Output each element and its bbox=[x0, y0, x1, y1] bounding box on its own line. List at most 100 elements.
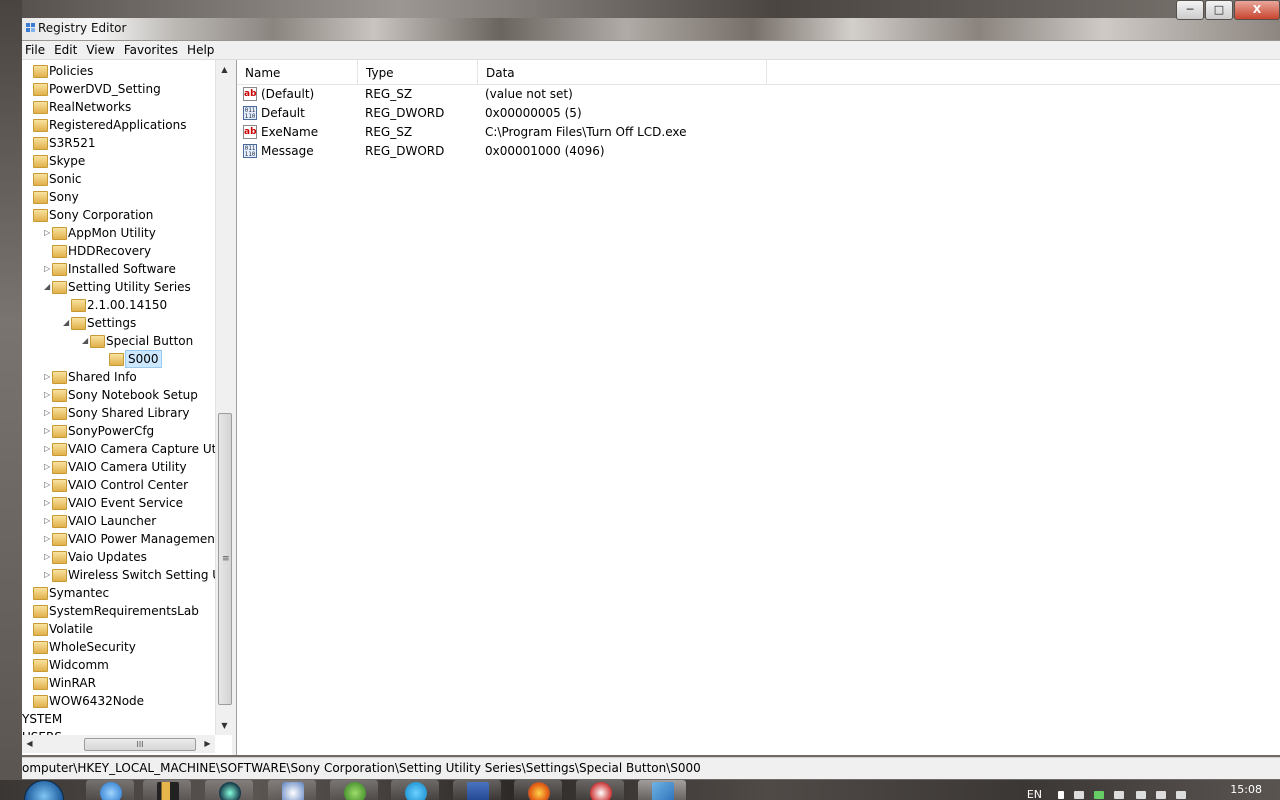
expand-arrow-icon[interactable]: ▷ bbox=[44, 530, 52, 548]
taskbar-explorer-button[interactable] bbox=[453, 780, 501, 800]
tree-node[interactable]: ▷ VAIO Power Management bbox=[22, 530, 220, 548]
value-name: (Default) bbox=[261, 87, 315, 101]
close-button[interactable]: X bbox=[1234, 0, 1280, 20]
tree-node[interactable]: ▷ VAIO Camera Utility bbox=[22, 458, 215, 476]
column-data-header[interactable]: Data bbox=[478, 60, 767, 84]
menu-edit[interactable]: Edit bbox=[51, 43, 83, 57]
taskbar-ie-button[interactable] bbox=[86, 780, 134, 800]
taskbar-media-button[interactable] bbox=[143, 780, 191, 800]
tree-node[interactable]: ▷ Installed Software bbox=[22, 260, 215, 278]
horizontal-scroll-thumb[interactable]: III bbox=[84, 738, 196, 751]
tree-node[interactable]: WOW6432Node bbox=[22, 692, 215, 710]
tree-node[interactable]: Volatile bbox=[22, 620, 215, 638]
clock[interactable]: 15:08 bbox=[1230, 783, 1262, 796]
taskbar-firefox-button[interactable] bbox=[514, 780, 562, 800]
column-name-header[interactable]: Name bbox=[237, 60, 358, 84]
expand-arrow-icon[interactable]: ▷ bbox=[44, 386, 52, 404]
menu-favorites[interactable]: Favorites bbox=[121, 43, 184, 57]
tree-node[interactable]: Symantec bbox=[22, 584, 215, 602]
tree-node[interactable]: 2.1.00.14150 bbox=[22, 296, 215, 314]
tree-node[interactable]: ▷ Sony Shared Library bbox=[22, 404, 215, 422]
language-indicator[interactable]: EN bbox=[1027, 788, 1042, 800]
expand-arrow-icon[interactable]: ▷ bbox=[44, 494, 52, 512]
title-bar[interactable]: Registry Editor ─ □ X bbox=[22, 0, 1280, 41]
expand-arrow-icon[interactable]: ▷ bbox=[44, 368, 52, 386]
tray-arrow-icon[interactable] bbox=[1058, 791, 1064, 799]
tree-node[interactable]: ▷ Vaio Updates bbox=[22, 548, 215, 566]
tree-node[interactable]: S3R521 bbox=[22, 134, 215, 152]
tree-node[interactable]: Sony bbox=[22, 188, 215, 206]
scroll-left-arrow-icon[interactable]: ◀ bbox=[22, 735, 37, 753]
tree-node[interactable]: ▷ AppMon Utility bbox=[22, 224, 215, 242]
list-item[interactable]: 011 110 Message REG_DWORD 0x00001000 (4096) bbox=[237, 142, 1280, 161]
taskbar-paint-button[interactable] bbox=[268, 780, 316, 800]
expand-arrow-icon[interactable]: ▷ bbox=[44, 458, 52, 476]
list-item[interactable]: ab (Default) REG_SZ (value not set) bbox=[237, 85, 1280, 104]
expand-arrow-icon[interactable]: ▷ bbox=[44, 224, 52, 242]
tree-node[interactable]: ▷ Sony Notebook Setup bbox=[22, 386, 215, 404]
expand-arrow-icon[interactable]: ▷ bbox=[44, 422, 52, 440]
start-button[interactable] bbox=[24, 780, 64, 800]
tree-node[interactable]: RegisteredApplications bbox=[22, 116, 215, 134]
tree-node[interactable]: WinRAR bbox=[22, 674, 215, 692]
taskbar-skype-button[interactable] bbox=[391, 780, 439, 800]
tree-node[interactable]: ▷ VAIO Camera Capture Utility bbox=[22, 440, 232, 458]
tray-battery-icon[interactable] bbox=[1094, 791, 1104, 799]
tree-node[interactable]: S000 bbox=[22, 350, 215, 368]
expand-arrow-icon[interactable]: ▷ bbox=[44, 566, 52, 584]
tree-node[interactable]: ▷ Wireless Switch Setting Utility bbox=[22, 566, 232, 584]
maximize-button[interactable]: □ bbox=[1205, 0, 1233, 20]
tree-node[interactable]: YSTEM bbox=[22, 710, 215, 728]
tree-node[interactable]: Sony Corporation bbox=[22, 206, 215, 224]
tree-vertical-scrollbar[interactable]: ▲ ≡ ▼ bbox=[215, 60, 232, 735]
expand-arrow-icon[interactable]: ▷ bbox=[44, 512, 52, 530]
tray-volume-icon[interactable] bbox=[1176, 791, 1186, 799]
tree-node[interactable]: ◢ Special Button bbox=[22, 332, 215, 350]
expand-arrow-icon[interactable]: ▷ bbox=[44, 476, 52, 494]
tree-node[interactable]: SystemRequirementsLab bbox=[22, 602, 215, 620]
tree-node[interactable]: ▷ VAIO Launcher bbox=[22, 512, 215, 530]
taskbar-camera-button[interactable] bbox=[205, 780, 253, 800]
tree-node[interactable]: Widcomm bbox=[22, 656, 215, 674]
expand-arrow-icon[interactable]: ▷ bbox=[44, 548, 52, 566]
tree-node[interactable]: ▷ VAIO Event Service bbox=[22, 494, 215, 512]
scroll-up-arrow-icon[interactable]: ▲ bbox=[216, 62, 232, 77]
tree-node[interactable]: ◢ Setting Utility Series bbox=[22, 278, 215, 296]
taskbar-regedit-button[interactable] bbox=[638, 780, 686, 800]
tree-node[interactable]: Skype bbox=[22, 152, 215, 170]
tray-power-icon[interactable] bbox=[1156, 791, 1166, 799]
tree-horizontal-scrollbar[interactable]: ◀ III ▶ bbox=[22, 735, 215, 753]
tree-node[interactable]: RealNetworks bbox=[22, 98, 215, 116]
expand-arrow-icon[interactable]: ▷ bbox=[44, 404, 52, 422]
tray-device-icon[interactable] bbox=[1114, 791, 1124, 799]
expand-arrow-icon[interactable]: ▷ bbox=[44, 440, 52, 458]
tree-node[interactable]: ▷ VAIO Control Center bbox=[22, 476, 215, 494]
list-item[interactable]: 011 110 Default REG_DWORD 0x00000005 (5) bbox=[237, 104, 1280, 123]
tree-node-label: SonyPowerCfg bbox=[68, 424, 155, 438]
tree-node[interactable]: HDDRecovery bbox=[22, 242, 215, 260]
collapse-arrow-icon[interactable]: ◢ bbox=[44, 278, 52, 296]
tree-node[interactable]: ◢ Settings bbox=[22, 314, 215, 332]
column-type-header[interactable]: Type bbox=[358, 60, 478, 84]
menu-help[interactable]: Help bbox=[184, 43, 220, 57]
collapse-arrow-icon[interactable]: ◢ bbox=[82, 332, 90, 350]
expand-arrow-icon[interactable]: ▷ bbox=[44, 260, 52, 278]
tray-network-icon[interactable] bbox=[1074, 791, 1084, 799]
scroll-down-arrow-icon[interactable]: ▼ bbox=[216, 718, 232, 733]
tree-node[interactable]: ▷ Shared Info bbox=[22, 368, 215, 386]
taskbar-satellite-button[interactable] bbox=[576, 780, 624, 800]
list-item[interactable]: ab ExeName REG_SZ C:\Program Files\Turn Off… bbox=[237, 123, 1280, 142]
collapse-arrow-icon[interactable]: ◢ bbox=[63, 314, 71, 332]
tree-node[interactable]: WholeSecurity bbox=[22, 638, 215, 656]
menu-view[interactable]: View bbox=[83, 43, 120, 57]
tree-node[interactable]: Sonic bbox=[22, 170, 215, 188]
scroll-right-arrow-icon[interactable]: ▶ bbox=[200, 735, 215, 753]
tray-flag-icon[interactable] bbox=[1136, 791, 1146, 799]
scroll-thumb[interactable]: ≡ bbox=[218, 413, 232, 705]
minimize-button[interactable]: ─ bbox=[1176, 0, 1204, 20]
menu-file[interactable]: File bbox=[22, 43, 51, 57]
taskbar-messenger-button[interactable] bbox=[330, 780, 378, 800]
tree-node[interactable]: PowerDVD_Setting bbox=[22, 80, 215, 98]
tree-node[interactable]: ▷ SonyPowerCfg bbox=[22, 422, 215, 440]
tree-node[interactable]: Policies bbox=[22, 62, 215, 80]
